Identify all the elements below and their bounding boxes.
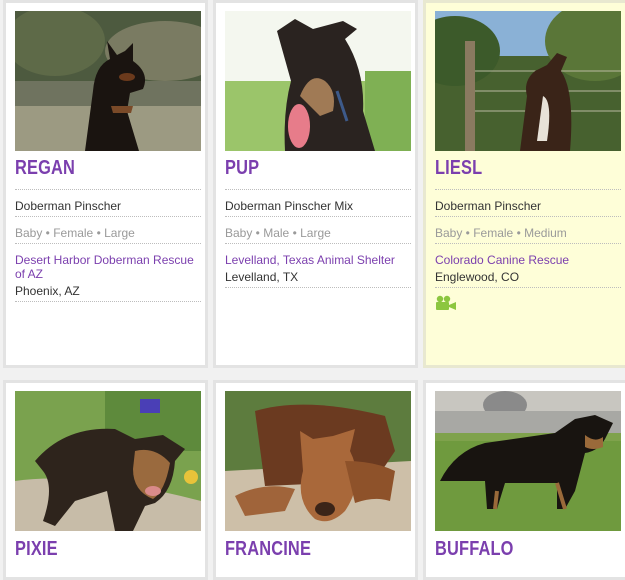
divider bbox=[15, 301, 201, 302]
divider bbox=[435, 243, 621, 244]
shelter-link[interactable]: Levelland, Texas Animal Shelter bbox=[225, 253, 415, 267]
pet-breed: Doberman Pinscher Mix bbox=[225, 199, 354, 213]
divider bbox=[435, 216, 621, 217]
pet-photo-regan[interactable] bbox=[15, 11, 201, 151]
pet-name[interactable]: BUFFALO bbox=[435, 538, 514, 561]
pet-location: Phoenix, AZ bbox=[15, 284, 80, 298]
pet-attributes: Baby • Male • Large bbox=[225, 226, 331, 240]
pet-location: Levelland, TX bbox=[225, 270, 299, 284]
pet-card-pup[interactable]: PUP Doberman Pinscher Mix Baby • Male • … bbox=[213, 0, 418, 368]
pet-card-regan[interactable]: REGAN Doberman Pinscher Baby • Female • … bbox=[3, 0, 208, 368]
pet-breed: Doberman Pinscher bbox=[15, 199, 122, 213]
divider bbox=[15, 189, 201, 190]
pet-name[interactable]: PIXIE bbox=[15, 538, 58, 561]
pet-photo-buffalo[interactable] bbox=[435, 391, 621, 531]
pet-name[interactable]: LIESL bbox=[435, 157, 482, 180]
divider bbox=[435, 287, 621, 288]
pet-card-liesl[interactable]: LIESL Doberman Pinscher Baby • Female • … bbox=[423, 0, 625, 368]
pet-card-francine[interactable]: FRANCINE bbox=[213, 380, 418, 580]
pet-attributes: Baby • Female • Medium bbox=[435, 226, 567, 240]
divider bbox=[225, 216, 411, 217]
pet-card-buffalo[interactable]: BUFFALO bbox=[423, 380, 625, 580]
divider bbox=[15, 216, 201, 217]
divider bbox=[225, 287, 411, 288]
pet-name[interactable]: REGAN bbox=[15, 157, 75, 180]
divider bbox=[435, 189, 621, 190]
shelter-link[interactable]: Colorado Canine Rescue bbox=[435, 253, 625, 267]
pet-photo-pup[interactable] bbox=[225, 11, 411, 151]
shelter-link[interactable]: Desert Harbor Doberman Rescue of AZ bbox=[15, 253, 205, 281]
divider bbox=[225, 243, 411, 244]
pet-photo-pixie[interactable] bbox=[15, 391, 201, 531]
divider bbox=[225, 189, 411, 190]
pet-attributes: Baby • Female • Large bbox=[15, 226, 135, 240]
pet-name[interactable]: FRANCINE bbox=[225, 538, 311, 561]
pet-location: Englewood, CO bbox=[435, 270, 520, 284]
pet-card-pixie[interactable]: PIXIE bbox=[3, 380, 208, 580]
pet-photo-liesl[interactable] bbox=[435, 11, 621, 151]
video-camera-icon[interactable] bbox=[435, 295, 457, 311]
pet-breed: Doberman Pinscher bbox=[435, 199, 542, 213]
divider bbox=[15, 243, 201, 244]
pet-photo-francine[interactable] bbox=[225, 391, 411, 531]
pet-name[interactable]: PUP bbox=[225, 157, 259, 180]
